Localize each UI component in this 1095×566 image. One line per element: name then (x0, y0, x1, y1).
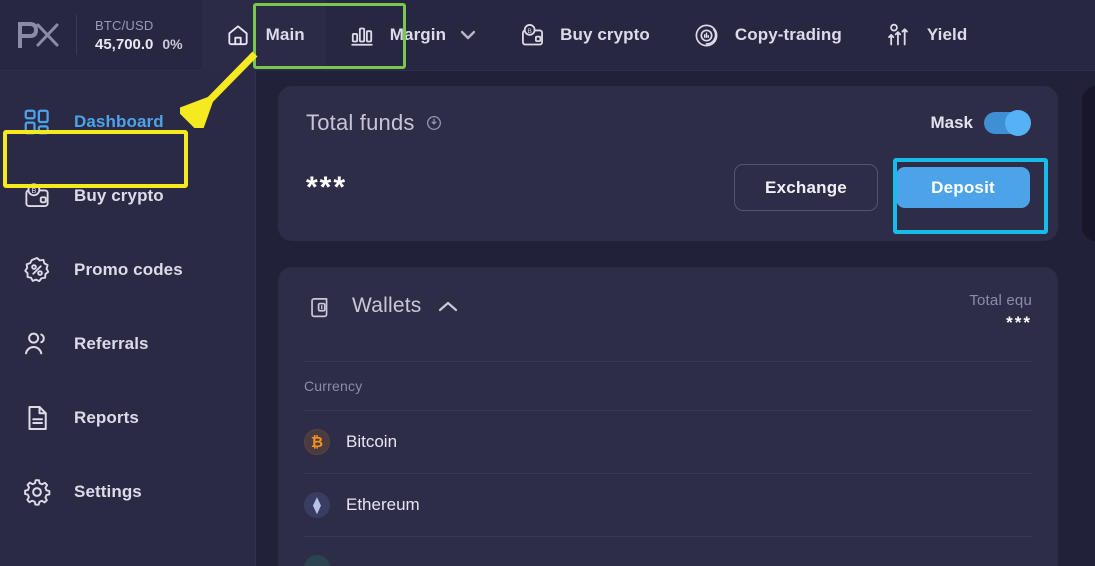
nav-label-margin: Margin (389, 25, 447, 44)
column-header-currency: Currency (304, 378, 363, 394)
nav-item-yield[interactable]: Yield (863, 0, 989, 71)
document-icon (20, 401, 54, 435)
nav-label-copy-trading: Copy-trading (734, 25, 842, 44)
ticker-price: 45,700.0 (95, 35, 154, 53)
home-icon (223, 20, 253, 50)
app-root: BTC/USD 45,700.0 0% Main Margin B Buy cr… (0, 0, 1095, 566)
sidebar-label-reports: Reports (74, 408, 139, 427)
nav-item-buy-crypto[interactable]: B Buy crypto (496, 0, 671, 71)
side-promo-card[interactable] (1082, 86, 1095, 241)
total-funds-card: Total funds Mask *** Exchange Deposit (278, 86, 1058, 241)
bar-chart-icon (347, 20, 377, 50)
mask-toggle[interactable] (984, 110, 1031, 136)
sidebar-item-settings[interactable]: Settings (0, 455, 255, 529)
sidebar-item-promo-codes[interactable]: Promo codes (0, 233, 255, 307)
usdt-icon (304, 555, 330, 566)
total-equity: Total equ *** (969, 289, 1032, 333)
percent-badge-icon (20, 253, 54, 287)
gear-icon (20, 475, 54, 509)
wallets-table-header: Currency (304, 361, 1032, 396)
sidebar: Dashboard B Buy crypto Promo codes Refer… (0, 71, 256, 566)
total-equity-value: *** (1006, 313, 1032, 332)
exchange-button[interactable]: Exchange (734, 164, 878, 211)
sidebar-item-reports[interactable]: Reports (0, 381, 255, 455)
nav-item-copy-trading[interactable]: Copy-trading (671, 0, 863, 71)
info-circle-icon[interactable] (426, 115, 442, 131)
ethereum-icon: ⧫ (304, 492, 330, 518)
main-content: Total funds Mask *** Exchange Deposit Wa… (256, 71, 1095, 566)
table-row[interactable]: ₿ Bitcoin (304, 410, 1032, 473)
bitcoin-icon: ₿ (304, 429, 330, 455)
main-nav: Main Margin B Buy crypto Copy-trading Yi… (201, 0, 1095, 71)
sidebar-label-dashboard: Dashboard (74, 112, 164, 131)
svg-text:B: B (527, 27, 532, 34)
wallet-coin-icon: B (517, 20, 547, 50)
wallet-icon (304, 289, 338, 323)
nav-item-main[interactable]: Main (201, 0, 326, 71)
sidebar-item-referrals[interactable]: Referrals (0, 307, 255, 381)
currency-name: Ethereum (346, 495, 420, 514)
nav-label-buy-crypto: Buy crypto (560, 25, 650, 44)
top-header: BTC/USD 45,700.0 0% Main Margin B Buy cr… (0, 0, 1095, 71)
wallets-card: Wallets Total equ *** Currency ₿ Bitcoin (278, 267, 1058, 566)
mask-toggle-group[interactable]: Mask (930, 110, 1031, 136)
sidebar-label-promo-codes: Promo codes (74, 260, 183, 279)
nav-item-margin[interactable]: Margin (326, 0, 496, 71)
total-equity-label: Total equ (969, 292, 1032, 309)
mask-label: Mask (930, 113, 973, 132)
sidebar-label-buy-crypto: Buy crypto (74, 186, 164, 205)
chevron-up-icon[interactable] (438, 300, 458, 313)
sidebar-item-buy-crypto[interactable]: B Buy crypto (0, 159, 255, 233)
deposit-button[interactable]: Deposit (896, 167, 1030, 208)
wallet-coin-icon: B (20, 179, 54, 213)
nav-label-main: Main (265, 25, 305, 44)
sidebar-label-referrals: Referrals (74, 334, 149, 353)
px-logo-icon[interactable] (0, 0, 76, 71)
currency-name: Bitcoin (346, 432, 398, 451)
toggle-knob (1005, 110, 1031, 136)
sidebar-label-settings: Settings (74, 482, 142, 501)
total-funds-title: Total funds (306, 110, 415, 135)
total-funds-amount: *** (306, 170, 348, 204)
users-icon (20, 327, 54, 361)
growth-arrows-icon (884, 20, 914, 50)
wallets-title: Wallets (352, 294, 422, 317)
ticker[interactable]: BTC/USD 45,700.0 0% (77, 18, 183, 53)
circle-chart-icon (692, 20, 722, 50)
ticker-pair: BTC/USD (95, 17, 154, 33)
table-row[interactable]: ⧫ Ethereum (304, 473, 1032, 536)
table-row[interactable] (304, 536, 1032, 566)
chevron-down-icon[interactable] (461, 30, 476, 40)
grid-icon (20, 105, 54, 139)
svg-text:B: B (31, 186, 36, 195)
sidebar-item-dashboard[interactable]: Dashboard (0, 85, 255, 159)
nav-label-yield: Yield (926, 25, 968, 44)
ticker-change: 0% (162, 35, 183, 52)
